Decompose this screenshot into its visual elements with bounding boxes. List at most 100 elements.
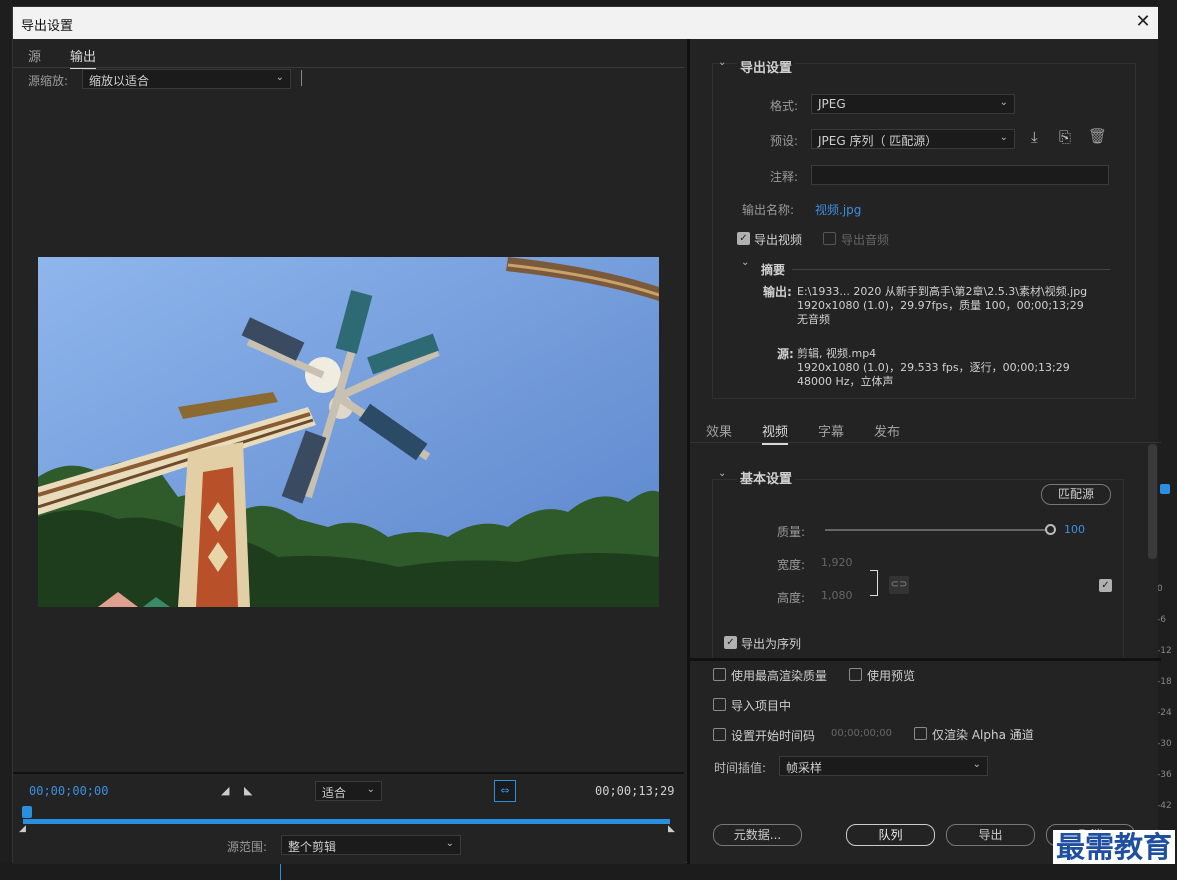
output-name-label: 输出名称:: [742, 203, 795, 217]
mark-out-icon[interactable]: ◣: [244, 784, 252, 797]
height-value: 1,080: [821, 589, 853, 602]
link-dimensions-icon[interactable]: ⊂⊃: [889, 576, 909, 594]
preset-value: JPEG 序列（ 匹配源）: [818, 134, 938, 148]
import-project-label: 导入项目中: [731, 699, 792, 713]
chevron-down-icon: ⌄: [275, 72, 284, 83]
crop-toggle-icon[interactable]: ⇔: [494, 780, 516, 802]
fit-dropdown-value: 适合: [322, 786, 347, 800]
chevron-down-icon: ⌄: [999, 97, 1008, 108]
interpolation-value: 帧采样: [786, 761, 823, 775]
start-timecode-label: 设置开始时间码: [731, 729, 816, 743]
timeline-playhead-line: [280, 862, 281, 880]
width-label: 宽度:: [777, 558, 806, 572]
alpha-only-checkbox[interactable]: [914, 727, 927, 740]
queue-button[interactable]: 队列: [846, 824, 935, 846]
export-sequence-label: 导出为序列: [741, 637, 802, 651]
save-preset-icon[interactable]: ⤓: [1031, 128, 1038, 146]
tab-publish[interactable]: 发布: [874, 421, 900, 440]
current-timecode[interactable]: 00;00;00;00: [29, 784, 108, 798]
meter-tick-label: -6: [1157, 615, 1166, 625]
meter-tick-label: -30: [1157, 739, 1172, 749]
source-range-label: 源范围:: [227, 840, 268, 854]
resize-checkbox[interactable]: ✓: [1099, 579, 1112, 592]
summary-source-label: 源:: [777, 347, 794, 361]
use-preview-checkbox[interactable]: [849, 668, 862, 681]
interpolation-label: 时间插值:: [714, 761, 767, 775]
scale-label: 源缩放:: [28, 74, 69, 88]
source-range-value: 整个剪辑: [288, 840, 337, 854]
range-start-handle[interactable]: ◢: [19, 824, 26, 834]
export-audio-checkbox[interactable]: [823, 232, 836, 245]
scale-dropdown-value: 缩放以适合: [89, 74, 150, 88]
export-video-label: 导出视频: [754, 233, 803, 247]
width-value: 1,920: [821, 556, 853, 569]
summary-output-label: 输出:: [763, 285, 792, 299]
scale-dropdown[interactable]: 缩放以适合 ⌄: [82, 69, 291, 89]
preview-pane: 源 输出 源缩放: 缩放以适合 ⌄ 00;00;00;00 ◢ ◣ 适合 ⌄ ⇔…: [13, 39, 684, 864]
tab-video[interactable]: 视频: [762, 421, 789, 445]
comment-field[interactable]: [811, 165, 1109, 185]
settings-pane: ⌄ 导出设置 格式: JPEG ⌄ 预设: JPEG 序列（ 匹配源） ⌄ ⤓ ⎘ …: [687, 39, 1161, 864]
scrub-bar[interactable]: [23, 819, 670, 824]
output-name-link[interactable]: 视频.jpg: [815, 201, 861, 218]
summary-output-line-3: 无音频: [797, 313, 830, 326]
range-end-handle[interactable]: ◣: [668, 824, 675, 834]
summary-header: 摘要: [761, 263, 786, 277]
export-video-checkbox[interactable]: ✓: [737, 232, 750, 245]
meter-tick-label: -18: [1157, 677, 1172, 687]
dialog-titlebar: 导出设置 ✕: [13, 7, 1158, 39]
collapse-chevron-icon[interactable]: ⌄: [718, 57, 726, 68]
preset-dropdown[interactable]: JPEG 序列（ 匹配源） ⌄: [811, 129, 1015, 149]
export-sequence-checkbox[interactable]: ✓: [724, 636, 737, 649]
alpha-only-label: 仅渲染 Alpha 通道: [932, 728, 1034, 742]
basic-settings-section: [712, 479, 1124, 659]
fit-dropdown[interactable]: 适合 ⌄: [315, 781, 382, 801]
basic-settings-header: 基本设置: [737, 468, 796, 487]
format-value: JPEG: [818, 97, 846, 111]
format-dropdown[interactable]: JPEG ⌄: [811, 94, 1015, 114]
import-project-checkbox[interactable]: [713, 698, 726, 711]
metadata-button[interactable]: 元数据...: [713, 824, 802, 846]
mark-in-icon[interactable]: ◢: [221, 784, 229, 797]
comment-label: 注释:: [770, 170, 799, 184]
match-source-button[interactable]: 匹配源: [1041, 484, 1111, 505]
max-render-checkbox[interactable]: [713, 668, 726, 681]
options-divider: [690, 658, 1161, 661]
tab-source[interactable]: 源: [28, 46, 41, 65]
interpolation-dropdown[interactable]: 帧采样 ⌄: [779, 756, 988, 776]
export-audio-label: 导出音频: [841, 233, 890, 247]
end-timecode: 00;00;13;29: [595, 784, 675, 798]
tab-effects[interactable]: 效果: [706, 421, 732, 440]
quality-slider-track[interactable]: [825, 529, 1050, 531]
summary-source-line-3: 48000 Hz，立体声: [797, 375, 894, 388]
basic-chevron-icon[interactable]: ⌄: [718, 468, 726, 479]
tab-captions[interactable]: 字幕: [818, 421, 844, 440]
close-button[interactable]: ✕: [1131, 10, 1155, 34]
export-settings-header: 导出设置: [737, 57, 796, 76]
format-label: 格式:: [770, 99, 799, 113]
background-app-left-edge: [0, 0, 12, 880]
delete-preset-icon[interactable]: 🗑: [1088, 127, 1107, 145]
meter-tick-label: -12: [1157, 646, 1172, 656]
start-timecode-checkbox[interactable]: [713, 728, 726, 741]
playhead-handle[interactable]: [22, 806, 32, 818]
link-bracket: [870, 570, 878, 596]
tab-output[interactable]: 输出: [70, 46, 97, 69]
export-button[interactable]: 导出: [946, 824, 1035, 846]
summary-output-line-2: 1920x1080 (1.0)，29.97fps，质量 100，00;00;13…: [797, 299, 1084, 312]
chevron-down-icon: ⌄: [972, 759, 981, 770]
quality-slider-thumb[interactable]: [1045, 524, 1056, 535]
playhead-marker-icon: [1160, 484, 1170, 494]
summary-chevron-icon[interactable]: ⌄: [741, 257, 749, 268]
preview-image: [38, 257, 659, 607]
use-preview-label: 使用预览: [867, 669, 916, 683]
meter-tick-label: -42: [1157, 801, 1172, 811]
import-preset-icon[interactable]: ⎘: [1059, 128, 1071, 146]
timeline-controls: 00;00;00;00 ◢ ◣ 适合 ⌄ ⇔ 00;00;13;29 ◢ ◣ 源范…: [13, 772, 684, 864]
quality-value[interactable]: 100: [1064, 523, 1085, 536]
source-range-dropdown[interactable]: 整个剪辑 ⌄: [281, 835, 461, 855]
max-render-label: 使用最高渲染质量: [731, 669, 828, 683]
toolbar-divider: [301, 70, 302, 86]
settings-scrollbar[interactable]: [1148, 444, 1157, 559]
chevron-down-icon: ⌄: [445, 838, 454, 849]
